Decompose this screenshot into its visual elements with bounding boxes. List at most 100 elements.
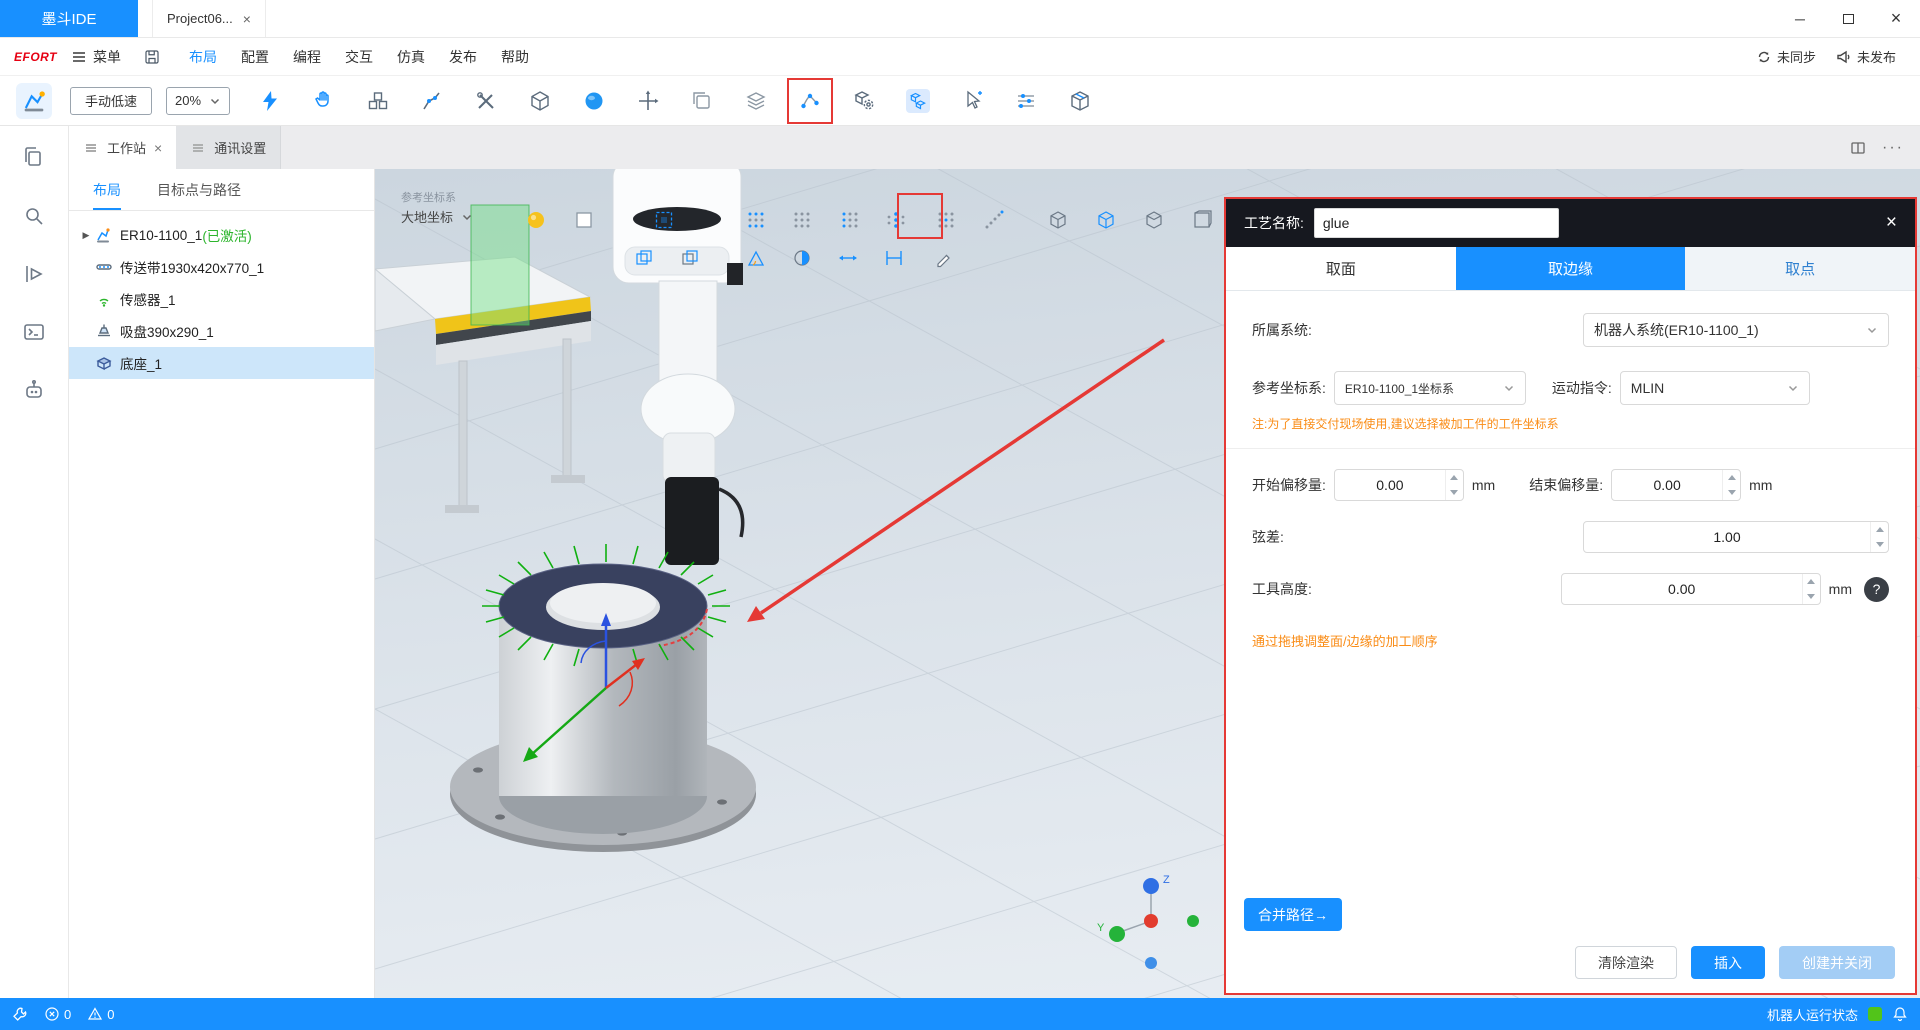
- merge-path-button[interactable]: 合并路径→: [1244, 898, 1342, 931]
- search-icon[interactable]: [22, 204, 46, 228]
- tool-height-input[interactable]: [1562, 574, 1802, 604]
- measure-span-icon[interactable]: [883, 247, 905, 269]
- point-grid-icon-2[interactable]: [791, 209, 813, 231]
- process-name-input[interactable]: [1314, 208, 1559, 238]
- expand-arrow-icon[interactable]: ▶: [77, 230, 95, 241]
- distance-arrows-icon[interactable]: [837, 247, 859, 269]
- files-icon[interactable]: [22, 146, 46, 170]
- speed-dropdown[interactable]: 20%: [166, 87, 230, 115]
- close-button[interactable]: ×: [1872, 0, 1920, 37]
- minimize-button[interactable]: ─: [1776, 0, 1824, 37]
- start-offset-input[interactable]: [1335, 470, 1445, 500]
- pencil-icon[interactable]: [933, 247, 955, 269]
- menu-item-publish[interactable]: 发布: [437, 47, 489, 67]
- run-debug-icon[interactable]: [22, 262, 46, 286]
- subtab-layout[interactable]: 布局: [93, 169, 121, 210]
- view-cube-icon-1[interactable]: [1047, 209, 1069, 231]
- menu-item-simulation[interactable]: 仿真: [385, 47, 437, 67]
- mode-dropdown[interactable]: 手动低速: [70, 87, 152, 115]
- sphere-icon[interactable]: [582, 89, 606, 113]
- view-cube-icon-4[interactable]: [1191, 209, 1213, 231]
- panel-close-icon[interactable]: ×: [1886, 212, 1897, 234]
- tab-workstation[interactable]: 工作站 ×: [69, 126, 176, 169]
- workcell-config-icon[interactable]: [16, 83, 52, 119]
- view-gizmo[interactable]: Z Y: [1097, 874, 1199, 969]
- view-cube-icon-2[interactable]: [1095, 209, 1117, 231]
- cube-outline-icon[interactable]: [528, 89, 552, 113]
- yellow-sphere-icon[interactable]: [525, 209, 547, 231]
- chord-error-stepper[interactable]: [1583, 521, 1889, 553]
- warning-counter[interactable]: 0: [87, 1006, 114, 1022]
- diagonal-points-icon[interactable]: [983, 209, 1005, 231]
- create-close-button[interactable]: 创建并关闭: [1779, 946, 1895, 979]
- cube-group-icon[interactable]: [906, 89, 930, 113]
- split-panel-icon[interactable]: [1850, 140, 1866, 156]
- menu-item-layout[interactable]: 布局: [177, 47, 229, 67]
- more-icon[interactable]: ···: [1882, 139, 1904, 157]
- system-dropdown[interactable]: 机器人系统(ER10-1100_1): [1583, 313, 1889, 347]
- main-menu-button[interactable]: 菜单: [71, 47, 121, 67]
- point-grid-icon-3[interactable]: [839, 209, 861, 231]
- error-counter[interactable]: 0: [44, 1006, 71, 1022]
- path-points-icon[interactable]: [798, 89, 822, 113]
- build-tools[interactable]: [12, 1006, 28, 1022]
- plane-select-icon[interactable]: [573, 209, 595, 231]
- motion-cmd-dropdown[interactable]: MLIN: [1620, 371, 1810, 405]
- tree-item-robot[interactable]: ▶ ER10-1100_1 (已激活): [69, 219, 374, 251]
- project-tab-close-icon[interactable]: ×: [243, 11, 251, 27]
- menu-item-programming[interactable]: 编程: [281, 47, 333, 67]
- stepper-arrows[interactable]: [1445, 470, 1463, 500]
- copy-object-icon[interactable]: [690, 89, 714, 113]
- model-library-icon[interactable]: [366, 89, 390, 113]
- end-offset-input[interactable]: [1612, 470, 1722, 500]
- tab-comm-settings[interactable]: 通讯设置: [176, 126, 281, 169]
- move-axes-icon[interactable]: [636, 89, 660, 113]
- sliders-icon[interactable]: [1014, 89, 1038, 113]
- sync-status[interactable]: 未同步: [1756, 47, 1816, 66]
- tree-item-suction[interactable]: 吸盘390x290_1: [69, 315, 374, 347]
- clear-render-button[interactable]: 清除渲染: [1575, 946, 1677, 979]
- help-icon[interactable]: ?: [1864, 577, 1889, 602]
- package-icon[interactable]: [1068, 89, 1092, 113]
- tab-pick-surface[interactable]: 取面: [1226, 247, 1456, 290]
- tree-item-conveyor[interactable]: 传送带1930x420x770_1: [69, 251, 374, 283]
- tree-item-base[interactable]: 底座_1: [69, 347, 374, 379]
- bell-icon[interactable]: [1892, 1006, 1908, 1022]
- project-tab[interactable]: Project06... ×: [152, 0, 266, 37]
- end-offset-stepper[interactable]: [1611, 469, 1741, 501]
- tab-pick-edge[interactable]: 取边缘: [1456, 247, 1686, 290]
- view-cube-icon-3[interactable]: [1143, 209, 1165, 231]
- power-icon[interactable]: [258, 89, 282, 113]
- ref-coord-dropdown[interactable]: ER10-1100_1坐标系: [1334, 371, 1526, 405]
- viewport-3d[interactable]: Z Y 参考坐标系 大地坐标: [375, 169, 1920, 998]
- stepper-arrows[interactable]: [1722, 470, 1740, 500]
- menu-item-help[interactable]: 帮助: [489, 47, 541, 67]
- pointer-sparkle-icon[interactable]: [960, 89, 984, 113]
- point-grid-icon-4[interactable]: [935, 209, 957, 231]
- insert-button[interactable]: 插入: [1691, 946, 1765, 979]
- half-sphere-icon[interactable]: [791, 247, 813, 269]
- menu-item-config[interactable]: 配置: [229, 47, 281, 67]
- cube-view-b-icon[interactable]: [679, 247, 701, 269]
- app-logo-tab[interactable]: 墨斗IDE: [0, 0, 138, 37]
- surface-layers-icon[interactable]: [744, 89, 768, 113]
- maximize-button[interactable]: [1824, 0, 1872, 37]
- stepper-arrows[interactable]: [1870, 522, 1888, 552]
- terminal-icon[interactable]: [22, 320, 46, 344]
- start-offset-stepper[interactable]: [1334, 469, 1464, 501]
- tab-pick-point[interactable]: 取点: [1685, 247, 1915, 290]
- tree-item-sensor[interactable]: 传感器_1: [69, 283, 374, 315]
- tools-icon[interactable]: [474, 89, 498, 113]
- point-grid-icon-1[interactable]: [745, 209, 767, 231]
- world-coord-dropdown[interactable]: 大地坐标: [401, 207, 473, 226]
- save-icon[interactable]: [143, 48, 161, 66]
- stepper-arrows[interactable]: [1802, 574, 1820, 604]
- cube-view-a-icon[interactable]: [633, 247, 655, 269]
- subtab-targets-paths[interactable]: 目标点与路径: [157, 169, 241, 210]
- tab-workstation-close-icon[interactable]: ×: [154, 140, 162, 156]
- menu-item-interaction[interactable]: 交互: [333, 47, 385, 67]
- publish-status[interactable]: 未发布: [1836, 47, 1896, 66]
- chord-error-input[interactable]: [1584, 522, 1870, 552]
- robot-icon[interactable]: [22, 378, 46, 402]
- hand-jog-icon[interactable]: [312, 89, 336, 113]
